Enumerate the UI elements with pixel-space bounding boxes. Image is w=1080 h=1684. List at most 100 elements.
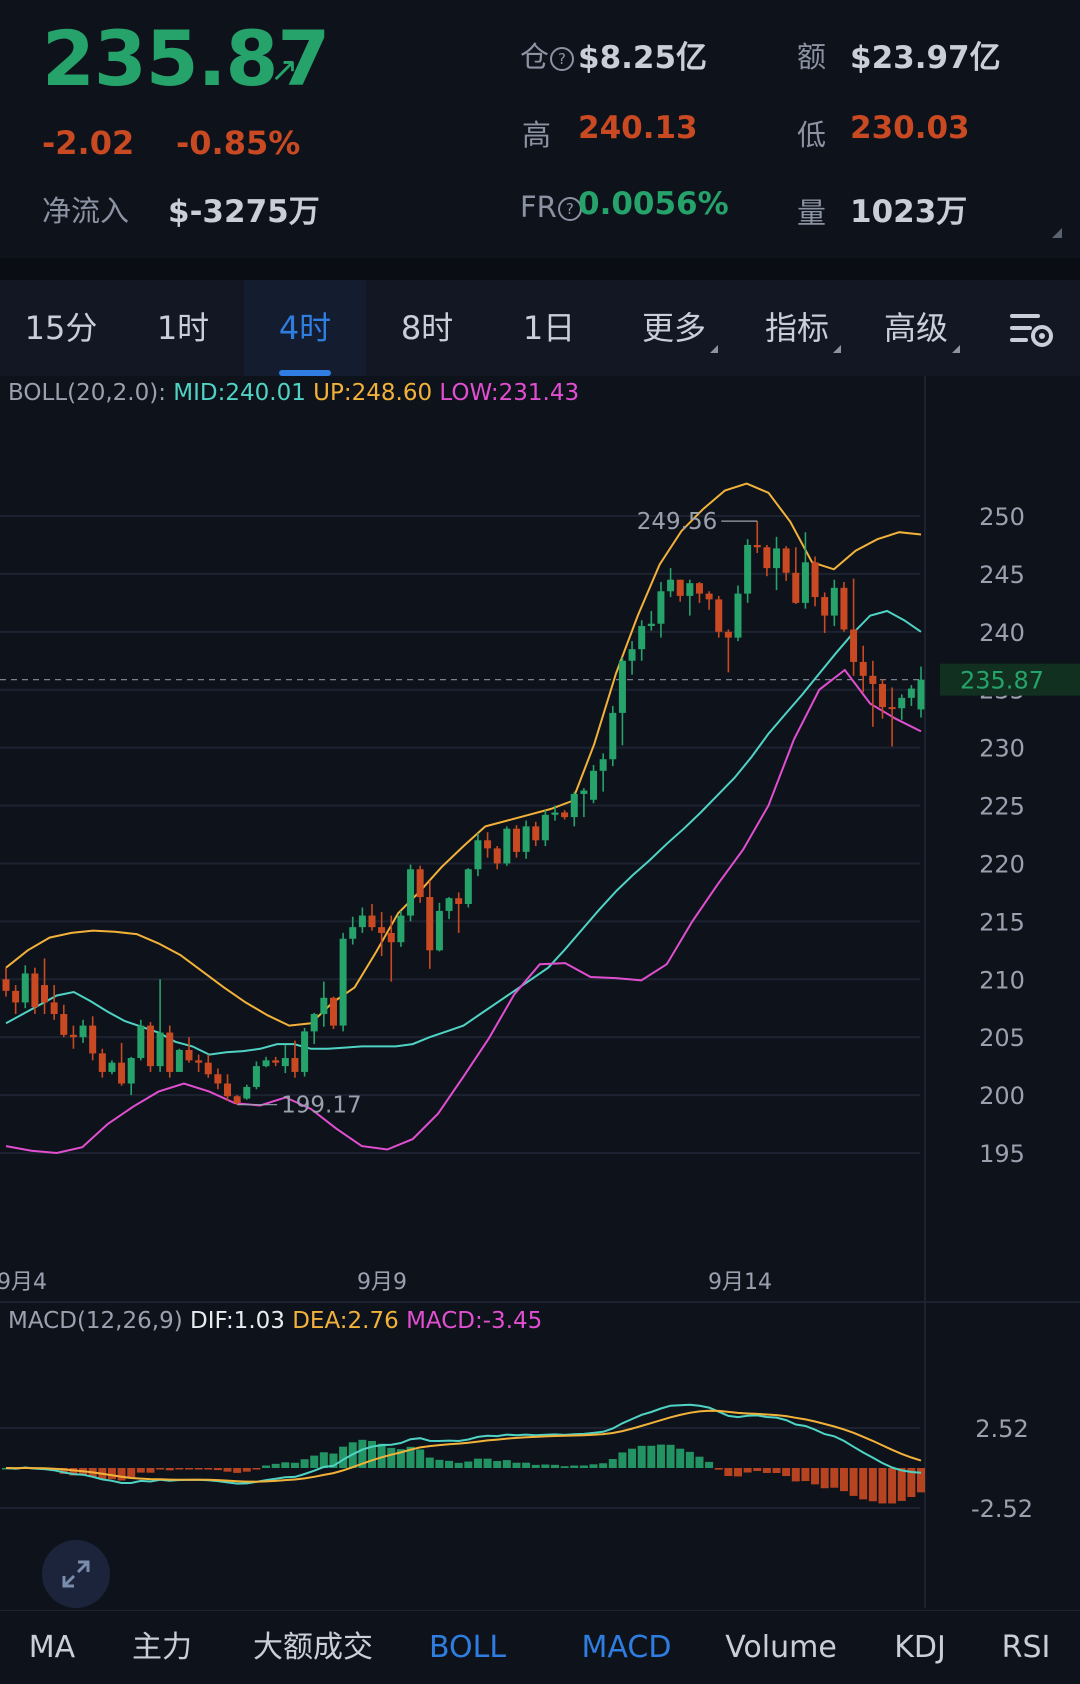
- macd-bar: [493, 1461, 502, 1468]
- candle: [12, 990, 20, 1003]
- macd-bar: [242, 1468, 251, 1472]
- macd-bar: [753, 1468, 762, 1472]
- candle: [349, 927, 357, 939]
- macd-bar: [127, 1468, 136, 1478]
- candle: [41, 985, 49, 1003]
- macd-bar: [146, 1468, 155, 1473]
- candle: [830, 587, 838, 616]
- candles: [2, 521, 925, 1105]
- macd-bar: [454, 1462, 463, 1468]
- macd-bar: [368, 1440, 376, 1468]
- candle: [2, 979, 10, 991]
- y-tick-label: 200: [979, 1082, 1025, 1110]
- candle: [301, 1031, 309, 1072]
- dropdown-icon: [952, 345, 960, 353]
- candle: [407, 869, 415, 916]
- tab-kdj[interactable]: KDJ: [880, 1611, 960, 1684]
- candle: [387, 932, 395, 943]
- macd-bar: [512, 1462, 521, 1468]
- chart-area[interactable]: 250245240235230225220215210205200195BOLL…: [0, 376, 1080, 1673]
- candle: [426, 897, 434, 951]
- tab-advanced[interactable]: 高级: [866, 280, 978, 376]
- candle: [493, 848, 501, 864]
- x-tick-label: 9月14: [708, 1270, 772, 1295]
- macd-bar: [839, 1468, 848, 1492]
- candle: [156, 1032, 164, 1067]
- macd-bar: [570, 1465, 579, 1468]
- candle: [667, 579, 675, 592]
- chart-settings-icon[interactable]: [996, 280, 1068, 376]
- tab-15m[interactable]: 15分: [0, 280, 122, 376]
- volume-label: 量: [797, 196, 827, 230]
- legend-item: BOLL(20,2.0):: [8, 380, 166, 406]
- help-icon[interactable]: ?: [550, 47, 575, 71]
- candle: [435, 910, 443, 951]
- candle: [243, 1086, 251, 1099]
- macd-bar: [714, 1468, 723, 1470]
- macd-bar: [724, 1468, 733, 1477]
- up-arrow-icon: ↗: [270, 50, 299, 90]
- tab-large-trades[interactable]: 大额成交: [238, 1611, 388, 1684]
- price-change: -2.02: [42, 124, 135, 162]
- legend-item: LOW:231.43: [432, 380, 579, 406]
- candle: [89, 1025, 97, 1054]
- candle: [127, 1058, 135, 1084]
- candle: [532, 826, 540, 841]
- macd-bar: [695, 1456, 704, 1468]
- candle: [137, 1025, 145, 1059]
- candle: [907, 688, 915, 698]
- open-interest-label[interactable]: 仓?: [520, 34, 575, 76]
- tab-main-force[interactable]: 主力: [112, 1611, 212, 1684]
- tab-4h[interactable]: 4时: [244, 280, 366, 376]
- candle: [281, 1058, 289, 1067]
- macd-bar: [204, 1468, 213, 1470]
- macd-bar: [705, 1461, 714, 1468]
- y-tick-label: 225: [979, 793, 1025, 821]
- tab-macd[interactable]: MACD: [564, 1611, 689, 1684]
- boll-mid-line: [5, 609, 922, 1056]
- macd-legend: MACD(12,26,9) DIF:1.03 DEA:2.76 MACD:-3.…: [8, 1308, 542, 1334]
- high-value: 240.13: [578, 110, 698, 146]
- macd-panel: [2, 1403, 925, 1504]
- fullscreen-button[interactable]: [42, 1540, 110, 1608]
- macd-bar: [782, 1468, 791, 1477]
- candle: [512, 828, 520, 852]
- candlestick-chart[interactable]: 250245240235230225220215210205200195BOLL…: [0, 376, 1080, 1608]
- tab-indicators[interactable]: 指标: [742, 280, 864, 376]
- macd-bar: [233, 1468, 242, 1473]
- tab-8h[interactable]: 8时: [366, 280, 488, 376]
- y-tick-label: 240: [979, 619, 1025, 647]
- macd-bar: [262, 1465, 271, 1468]
- macd-bar: [888, 1468, 897, 1504]
- tab-1d[interactable]: 1日: [488, 280, 610, 376]
- grid: [0, 515, 1080, 1509]
- volume-value: 1023万: [850, 194, 968, 230]
- candle: [50, 1002, 58, 1015]
- tab-rsi[interactable]: RSI: [994, 1611, 1058, 1684]
- funding-rate-label[interactable]: FR?: [520, 190, 582, 224]
- open-interest-label-text: 仓: [520, 40, 550, 74]
- candle: [888, 707, 896, 710]
- low-value: 230.03: [850, 110, 970, 146]
- expand-corner-icon[interactable]: [1052, 228, 1062, 238]
- tab-volume[interactable]: Volume: [720, 1611, 842, 1684]
- high-label: 高: [522, 118, 552, 152]
- y-tick-label: 230: [979, 735, 1025, 763]
- indicator-tabs: MA 主力 大额成交 BOLL MACD Volume KDJ RSI: [0, 1610, 1080, 1684]
- tab-1h[interactable]: 1时: [122, 280, 244, 376]
- boll-legend: BOLL(20,2.0): MID:240.01 UP:248.60 LOW:2…: [8, 380, 579, 406]
- candle: [811, 562, 819, 598]
- candle: [214, 1074, 222, 1084]
- tab-ma[interactable]: MA: [12, 1611, 92, 1684]
- y-tick-label: 220: [979, 850, 1025, 878]
- macd-bar: [473, 1458, 482, 1468]
- y-tick-label: 245: [979, 561, 1025, 589]
- candle: [744, 544, 752, 594]
- macd-bar: [175, 1468, 184, 1470]
- tab-boll[interactable]: BOLL: [410, 1611, 525, 1684]
- macd-bar: [762, 1468, 771, 1473]
- macd-bar: [811, 1468, 820, 1485]
- legend-item: UP:248.60: [306, 380, 432, 406]
- tab-more[interactable]: 更多: [620, 280, 740, 376]
- macd-tick-label: -2.52: [971, 1495, 1033, 1523]
